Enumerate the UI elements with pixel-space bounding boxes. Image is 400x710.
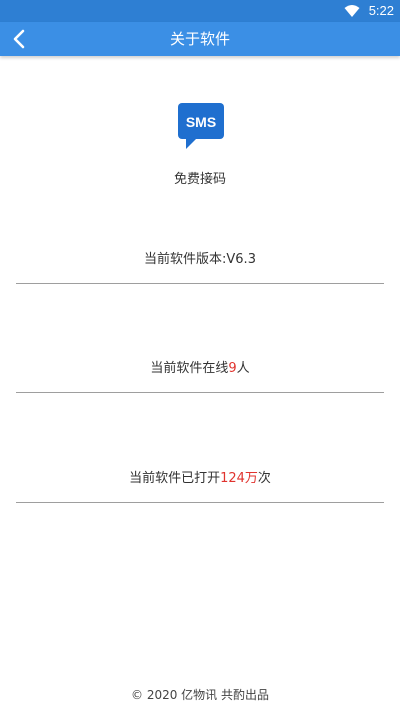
open-count-row: 当前软件已打开124万次 [0, 467, 400, 486]
divider [16, 283, 384, 284]
opened-prefix: 当前软件已打开 [129, 471, 221, 486]
online-prefix: 当前软件在线 [150, 361, 229, 376]
status-time: 5:22 [368, 3, 394, 18]
opened-count: 124万 [220, 471, 258, 486]
divider [16, 392, 384, 393]
sms-chat-bubble-icon: SMS [178, 103, 224, 149]
wifi-icon [344, 5, 360, 17]
status-bar: 5:22 [0, 0, 400, 22]
online-count: 9 [228, 361, 237, 376]
online-suffix: 人 [236, 361, 250, 376]
page-title: 关于软件 [169, 30, 230, 48]
chevron-left-icon [13, 29, 25, 49]
version-text: 当前软件版本:V6.3 [144, 252, 256, 267]
app-bar: 关于软件 [0, 22, 400, 56]
back-button[interactable] [6, 26, 32, 52]
footer-copyright: © 2020 亿物讯 共酌出品 [131, 688, 269, 702]
logo-text: SMS [186, 114, 216, 130]
opened-suffix: 次 [257, 471, 271, 486]
online-count-row: 当前软件在线9人 [0, 357, 400, 376]
app-name: 免费接码 [173, 172, 226, 187]
divider [16, 502, 384, 503]
